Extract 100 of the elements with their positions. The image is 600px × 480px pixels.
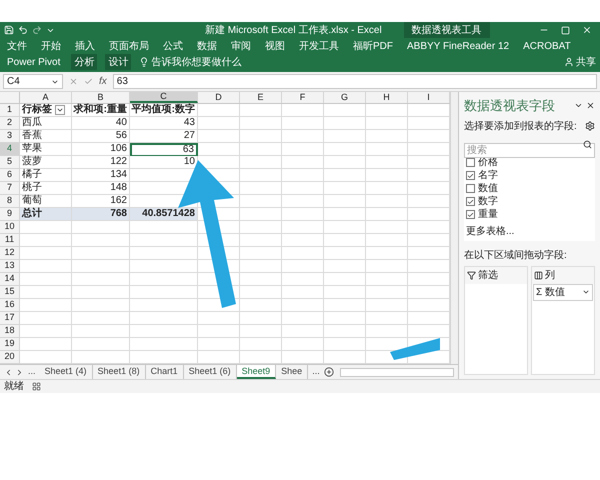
tell-me-field[interactable]: 告诉我你想要做什么 — [151, 54, 242, 70]
checkbox[interactable] — [466, 210, 475, 219]
more-sheets[interactable]: ... — [312, 365, 320, 379]
ribbon-tab[interactable]: 审阅 — [228, 38, 254, 54]
table-cell: 行标签 — [20, 104, 72, 117]
window-title: 新建 Microsoft Excel 工作表.xlsx - Excel — [205, 24, 382, 38]
lightbulb-icon — [139, 57, 150, 67]
row-header[interactable]: 18 — [0, 325, 20, 338]
column-header[interactable]: C — [130, 92, 198, 103]
row-header[interactable]: 15 — [0, 286, 20, 299]
field-label[interactable]: 重量 — [478, 208, 498, 220]
columns-icon — [534, 270, 543, 280]
ribbon-tab[interactable]: 视图 — [262, 38, 288, 54]
column-header[interactable]: G — [324, 92, 366, 103]
row-header[interactable]: 8 — [0, 195, 20, 208]
column-header[interactable]: E — [240, 92, 282, 103]
ribbon-tab[interactable]: 开始 — [38, 38, 64, 54]
table-cell: 106 — [72, 143, 130, 156]
table-cell: 27 — [130, 130, 198, 143]
row-header[interactable]: 17 — [0, 312, 20, 325]
ribbon-tab[interactable]: 页面布局 — [106, 38, 152, 54]
share-button[interactable]: 共享 — [564, 54, 596, 70]
maximize-icon[interactable] — [561, 26, 570, 34]
table-cell: 148 — [72, 182, 130, 195]
column-header[interactable]: H — [366, 92, 408, 103]
search-field[interactable]: 搜索 — [464, 142, 595, 158]
row-header[interactable]: 6 — [0, 169, 20, 182]
field-label[interactable]: 名字 — [478, 170, 498, 182]
table-cell: 葡萄 — [20, 195, 72, 208]
add-sheet-icon[interactable] — [324, 367, 334, 377]
table-cell: 40.8571428 — [130, 208, 198, 221]
row-header[interactable]: 16 — [0, 299, 20, 312]
area-label: 筛选 — [478, 268, 498, 282]
dropdown-icon[interactable] — [582, 288, 590, 296]
row-header[interactable]: 5 — [0, 156, 20, 169]
table-cell: 平均值项:数字 — [130, 104, 198, 117]
table-cell: 10 — [130, 156, 198, 169]
search-icon — [583, 140, 592, 148]
row-header[interactable]: 1 — [0, 104, 20, 117]
table-cell: 56 — [72, 130, 130, 143]
undo-icon[interactable] — [18, 25, 28, 35]
row-header[interactable]: 12 — [0, 247, 20, 260]
ribbon-tab[interactable]: 开发工具 — [296, 38, 342, 54]
area-item[interactable]: Σ 数值 — [533, 284, 593, 300]
ribbon-tab[interactable]: 分析 — [71, 54, 98, 70]
formula-field[interactable]: 63 — [112, 74, 597, 89]
checkbox[interactable] — [466, 158, 475, 167]
table-cell: 西瓜 — [20, 117, 72, 130]
cancel-icon[interactable] — [69, 77, 78, 86]
name-box[interactable]: C4 — [3, 74, 63, 89]
row-header[interactable]: 10 — [0, 221, 20, 234]
table-cell: 63 — [130, 143, 198, 156]
ribbon-tab[interactable]: ACROBAT — [520, 38, 574, 54]
filter-dropdown-icon[interactable] — [55, 105, 65, 115]
ribbon-tab[interactable]: 福昕PDF — [350, 38, 396, 54]
row-header[interactable]: 3 — [0, 130, 20, 143]
sheet-tab[interactable]: Sheet9 — [236, 365, 276, 379]
checkbox[interactable] — [466, 197, 475, 206]
check-icon[interactable] — [84, 77, 93, 86]
column-header[interactable]: F — [282, 92, 324, 103]
scroll-left-icon[interactable] — [4, 368, 13, 376]
horizontal-scrollbar[interactable] — [340, 368, 454, 376]
field-label[interactable]: 数字 — [478, 196, 498, 208]
row-header[interactable]: 20 — [0, 351, 20, 364]
row-header[interactable]: 4 — [0, 143, 20, 156]
redo-icon[interactable] — [32, 25, 42, 35]
table-cell: 菠萝 — [20, 156, 72, 169]
checkbox[interactable] — [466, 184, 475, 193]
ribbon-tab[interactable]: Power Pivot — [4, 54, 64, 70]
column-header[interactable]: D — [198, 92, 240, 103]
row-header[interactable]: 19 — [0, 338, 20, 351]
ribbon-tab[interactable]: ABBYY FineReader 12 — [404, 38, 512, 54]
row-header[interactable]: 13 — [0, 260, 20, 273]
ribbon-tab[interactable]: 文件 — [4, 38, 30, 54]
ribbon-tab[interactable]: 公式 — [160, 38, 186, 54]
close-icon[interactable] — [586, 101, 595, 110]
function-label[interactable]: fx — [99, 74, 107, 89]
scroll-right-icon[interactable] — [15, 368, 24, 376]
field-label[interactable]: 数值 — [478, 182, 498, 194]
table-cell: 768 — [72, 208, 130, 221]
more-sheets[interactable]: ... — [28, 365, 36, 379]
row-header[interactable]: 9 — [0, 208, 20, 221]
row-header[interactable]: 11 — [0, 234, 20, 247]
row-header[interactable]: 7 — [0, 182, 20, 195]
ribbon-tab[interactable]: 数据 — [194, 38, 220, 54]
settings-icon[interactable] — [585, 121, 595, 131]
table-cell: 总计 — [20, 208, 72, 221]
table-cell: 40 — [72, 117, 130, 130]
ribbon-tab[interactable]: 插入 — [72, 38, 98, 54]
more-tables-link[interactable]: 更多表格... — [466, 224, 593, 238]
table-cell: 162 — [72, 195, 130, 208]
checkbox[interactable] — [466, 171, 475, 180]
row-header[interactable]: 14 — [0, 273, 20, 286]
vertical-scrollbar[interactable] — [450, 92, 458, 364]
table-cell: 122 — [72, 156, 130, 169]
save-icon[interactable] — [4, 25, 14, 35]
column-header[interactable]: A — [20, 92, 72, 103]
row-header[interactable]: 2 — [0, 117, 20, 130]
table-cell: 香蕉 — [20, 130, 72, 143]
ribbon-tab[interactable]: 设计 — [105, 54, 132, 70]
